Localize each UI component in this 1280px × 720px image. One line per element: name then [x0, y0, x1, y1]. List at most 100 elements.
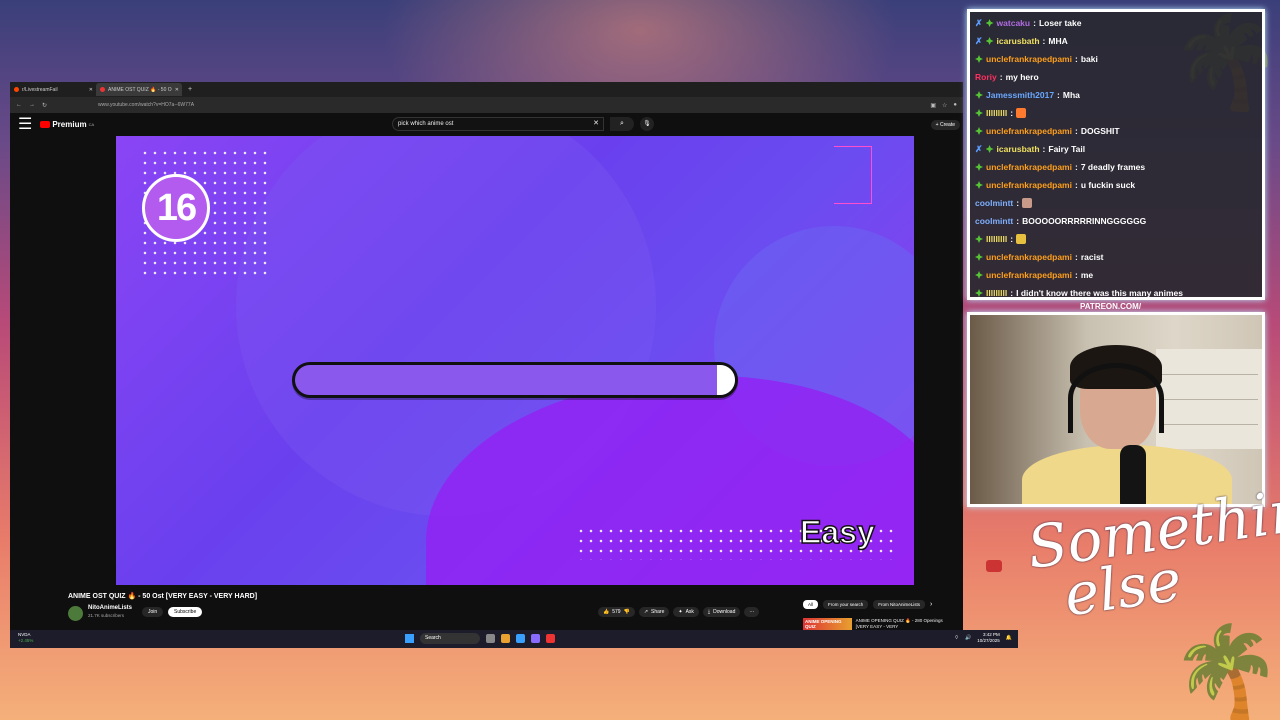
notification-icon[interactable]: 🔔 [1006, 635, 1012, 641]
tab-youtube-video[interactable]: ANIME OST QUIZ 🔥 - 50 O ✕ [96, 83, 182, 96]
chat-separator: : [1016, 198, 1020, 208]
reload-icon[interactable]: ↻ [42, 102, 47, 109]
like-button[interactable]: 👍 579 👎 [598, 607, 635, 617]
chat-separator: : [1074, 126, 1078, 136]
channel-avatar[interactable] [68, 606, 83, 621]
ask-button[interactable]: ✦ Ask [673, 607, 699, 617]
sub-badge-icon [975, 289, 983, 297]
video-actions: 👍 579 👎 ↗ Share ✦ Ask ⤓ Download ··· [598, 607, 760, 617]
sparkle-icon: ✦ [678, 609, 683, 615]
patreon-link: PATREON.COM/ [1080, 302, 1142, 311]
sub-badge-icon [975, 55, 983, 63]
channel-name[interactable]: NitoAnimeLists [88, 605, 132, 611]
chat-text: Fairy Tail [1048, 144, 1086, 154]
thumbs-up-icon: 👍 [603, 609, 610, 615]
chat-username[interactable]: unclefrankrapedpami [986, 162, 1072, 172]
chip-from-your-search[interactable]: From your search [823, 600, 869, 609]
chat-username[interactable]: lllllllll [986, 234, 1007, 244]
youtube-play-icon [40, 120, 51, 128]
chat-message: unclefrankrapedpami:7 deadly frames [975, 158, 1257, 176]
stock-widget[interactable]: NVDA +2.45% [18, 632, 33, 644]
extension-icon[interactable]: ▣ [930, 102, 936, 109]
menu-icon[interactable]: ☰ [18, 114, 32, 134]
close-icon[interactable]: ✕ [89, 87, 93, 93]
back-icon[interactable]: ← [16, 102, 22, 108]
app-icon[interactable] [516, 634, 525, 643]
thumbs-down-icon[interactable]: 👎 [624, 609, 630, 615]
chat-username[interactable]: lllllllll [986, 108, 1007, 118]
timer-bar [292, 362, 738, 398]
chat-username[interactable]: unclefrankrapedpami [986, 54, 1072, 64]
chip-all[interactable]: All [803, 600, 819, 609]
star-icon[interactable]: ☆ [942, 102, 947, 109]
chat-username[interactable]: icarusbath [997, 36, 1040, 46]
sub-badge-icon [975, 109, 983, 117]
new-tab-button[interactable]: + [182, 86, 198, 93]
chat-username[interactable]: coolmintt [975, 198, 1013, 208]
youtube-premium-logo[interactable]: Premium CA [40, 120, 94, 129]
chat-username[interactable]: watcaku [997, 18, 1031, 28]
chip-from-channel[interactable]: From NitoAnimeLists [873, 600, 926, 609]
tab-label: r/LivestreamFail [22, 86, 58, 93]
task-view-icon[interactable] [486, 634, 495, 643]
download-button[interactable]: ⤓ Download [702, 607, 741, 617]
chat-message: Roriy: my hero [975, 68, 1257, 86]
clock[interactable]: 3:42 PM 10/27/2025 [977, 632, 1000, 644]
wifi-icon[interactable]: ⌔ [954, 635, 959, 641]
tab-livestreamfail[interactable]: r/LivestreamFail ✕ [10, 83, 96, 96]
chat-username[interactable]: Roriy [975, 72, 997, 82]
chat-username[interactable]: coolmintt [975, 216, 1013, 226]
chat-username[interactable]: icarusbath [997, 144, 1040, 154]
chat-username[interactable]: unclefrankrapedpami [986, 270, 1072, 280]
chat-separator: : [1010, 288, 1014, 298]
chat-separator: : [1033, 18, 1036, 28]
chat-username[interactable]: unclefrankrapedpami [986, 180, 1072, 190]
video-player[interactable]: 16 Easy [116, 136, 914, 585]
question-number: 16 [142, 174, 210, 242]
chat-text: MHA [1048, 36, 1068, 46]
close-icon[interactable]: ✕ [175, 87, 179, 93]
chat-message: unclefrankrapedpami: me [975, 266, 1257, 284]
taskbar-search[interactable]: Search [420, 633, 480, 644]
discord-icon[interactable] [531, 634, 540, 643]
url-field[interactable]: www.youtube.com/watch?v=HO7a--6W77A [98, 100, 194, 110]
youtube-icon [986, 560, 1002, 572]
chat-username[interactable]: unclefrankrapedpami [986, 252, 1072, 262]
chat-message: coolmintt: BOOOOORRRRRINNGGGGGG [975, 212, 1257, 230]
chat-message: unclefrankrapedpami: racist [975, 248, 1257, 266]
create-button[interactable]: + Create [930, 120, 960, 130]
system-tray: ⌔ 🔊 3:42 PM 10/27/2025 🔔 [954, 632, 1012, 644]
search-input[interactable]: pick which anime ost ✕ [392, 117, 604, 131]
chevron-right-icon[interactable]: › [930, 601, 932, 608]
windows-start-icon[interactable] [405, 634, 414, 643]
chat-username[interactable]: unclefrankrapedpami [986, 126, 1072, 136]
download-icon: ⤓ [707, 609, 711, 615]
chat-text: racist [1080, 252, 1104, 262]
address-bar: ← → ↻ www.youtube.com/watch?v=HO7a--6W77… [10, 97, 963, 113]
more-button[interactable]: ··· [744, 607, 760, 617]
browser-window: r/LivestreamFail ✕ ANIME OST QUIZ 🔥 - 50… [10, 82, 963, 648]
forward-icon[interactable]: → [29, 102, 35, 108]
join-button[interactable]: Join [142, 607, 164, 617]
address-bar-icons: ▣ ☆ ● [930, 102, 957, 109]
chat-separator: : [1016, 216, 1020, 226]
chat-text: DOGSHIT [1080, 126, 1120, 136]
profile-icon[interactable]: ● [953, 102, 957, 109]
microphone-icon[interactable]: 🎙 [640, 117, 654, 131]
headset [1068, 363, 1164, 433]
tab-bar: r/LivestreamFail ✕ ANIME OST QUIZ 🔥 - 50… [10, 82, 963, 97]
clear-search-icon[interactable]: ✕ [593, 118, 599, 130]
share-button[interactable]: ↗ Share [638, 607, 670, 617]
file-explorer-icon[interactable] [501, 634, 510, 643]
subscribe-button[interactable]: Subscribe [168, 607, 203, 617]
chat-username[interactable]: Jamessmith2017 [986, 90, 1054, 100]
sword-badge-icon: ✗ [975, 143, 983, 154]
chat-text: 7 deadly frames [1080, 162, 1146, 172]
search-button[interactable]: ⌕ [610, 117, 634, 131]
webcam-feed [967, 312, 1265, 507]
chrome-icon[interactable] [546, 634, 555, 643]
volume-icon[interactable]: 🔊 [965, 635, 971, 641]
chat-message: unclefrankrapedpami: u fuckin suck [975, 176, 1257, 194]
chat-message: ✗ watcaku: Loser take [975, 14, 1257, 32]
chat-username[interactable]: lllllllll [986, 288, 1007, 298]
